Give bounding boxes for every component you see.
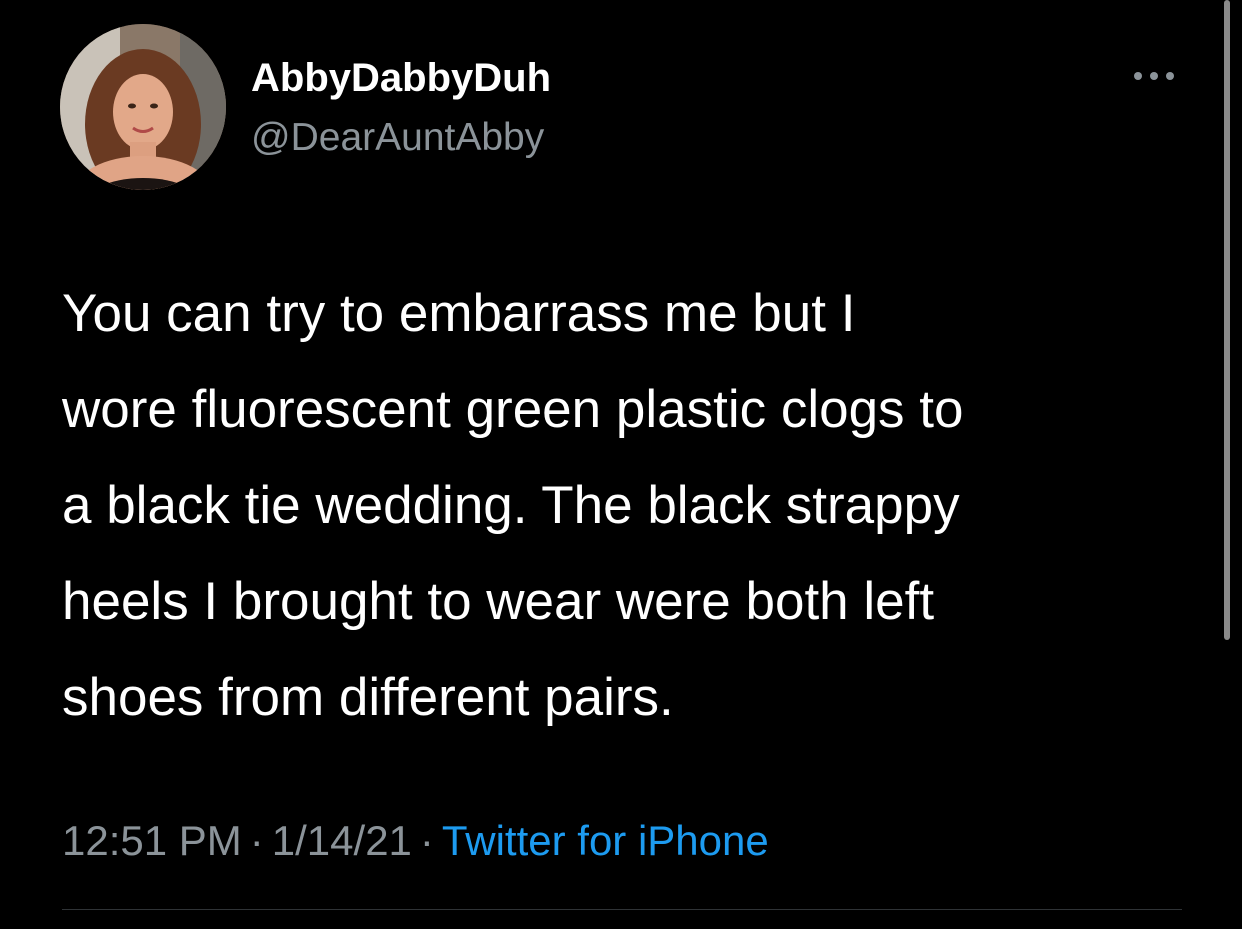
tweet-time[interactable]: 12:51 PM — [62, 817, 242, 864]
tweet-text-line: a black tie wedding. The black strappy — [62, 476, 960, 535]
tweet-card: AbbyDabbyDuh @DearAuntAbby You can try t… — [0, 0, 1242, 929]
tweet-source-link[interactable]: Twitter for iPhone — [442, 817, 769, 864]
tweet-text: You can try to embarrass me but I wore f… — [62, 266, 1202, 746]
divider — [62, 909, 1182, 910]
meta-separator: · — [249, 817, 264, 864]
more-horizontal-icon — [1134, 72, 1174, 80]
more-options-button[interactable] — [1126, 62, 1182, 90]
tweet-text-line: wore fluorescent green plastic clogs to — [62, 380, 964, 439]
tweet-text-line: You can try to embarrass me but I — [62, 284, 856, 343]
scrollbar[interactable] — [1224, 0, 1230, 640]
meta-separator: · — [419, 817, 434, 864]
display-name[interactable]: AbbyDabbyDuh — [251, 54, 551, 102]
tweet-text-line: shoes from different pairs. — [62, 668, 674, 727]
user-handle[interactable]: @DearAuntAbby — [251, 114, 544, 162]
tweet-date[interactable]: 1/14/21 — [272, 817, 412, 864]
tweet-meta: 12:51 PM · 1/14/21 · Twitter for iPhone — [62, 815, 769, 867]
avatar-photo — [60, 24, 226, 190]
avatar[interactable] — [60, 24, 226, 190]
tweet-text-line: heels I brought to wear were both left — [62, 572, 935, 631]
